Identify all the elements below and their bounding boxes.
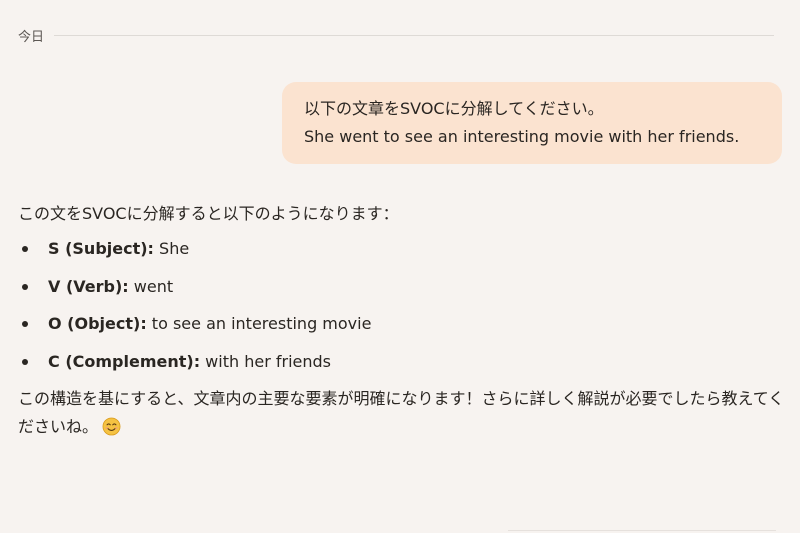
svoc-item-object: O (Object): to see an interesting movie <box>18 311 788 349</box>
svoc-term: V (Verb): <box>48 276 129 296</box>
date-divider: 今日 <box>18 26 774 45</box>
svoc-item-complement: C (Complement): with her friends <box>18 349 788 387</box>
assistant-message: この文をSVOCに分解すると以下のようになります： S (Subject): S… <box>18 202 788 441</box>
bullet-icon <box>22 321 28 327</box>
user-message-bubble: 以下の文章をSVOCに分解してください。 She went to see an … <box>282 82 782 164</box>
bottom-divider <box>508 530 776 531</box>
user-message-line-2: She went to see an interesting movie wit… <box>304 127 740 146</box>
svoc-term: O (Object): <box>48 314 147 333</box>
assistant-closing: この構造を基にすると、文章内の主要な要素が明確になります！さらに詳しく解説が必要… <box>18 385 788 441</box>
divider-line <box>54 35 774 36</box>
smiling-face-icon <box>102 417 121 436</box>
date-label: 今日 <box>18 30 45 45</box>
svoc-value: She <box>153 239 190 258</box>
svoc-value: with her friends <box>200 351 331 371</box>
user-message-line-1: 以下の文章をSVOCに分解してください。 <box>304 99 604 118</box>
bullet-icon <box>22 358 28 365</box>
svoc-term: C (Complement): <box>48 351 201 371</box>
assistant-closing-text: この構造を基にすると、文章内の主要な要素が明確になります！さらに詳しく解説が必要… <box>18 389 785 436</box>
svoc-list: S (Subject): She V (Verb): went O (Objec… <box>18 236 788 386</box>
svoc-item-subject: S (Subject): She <box>18 236 788 274</box>
bullet-icon <box>22 246 28 252</box>
svoc-term: S (Subject): <box>48 239 154 258</box>
bullet-icon <box>22 283 28 290</box>
svoc-value: went <box>128 276 174 296</box>
svoc-value: to see an interesting movie <box>146 314 372 333</box>
assistant-intro: この文をSVOCに分解すると以下のようになります： <box>18 204 399 223</box>
svoc-item-verb: V (Verb): went <box>18 274 788 312</box>
